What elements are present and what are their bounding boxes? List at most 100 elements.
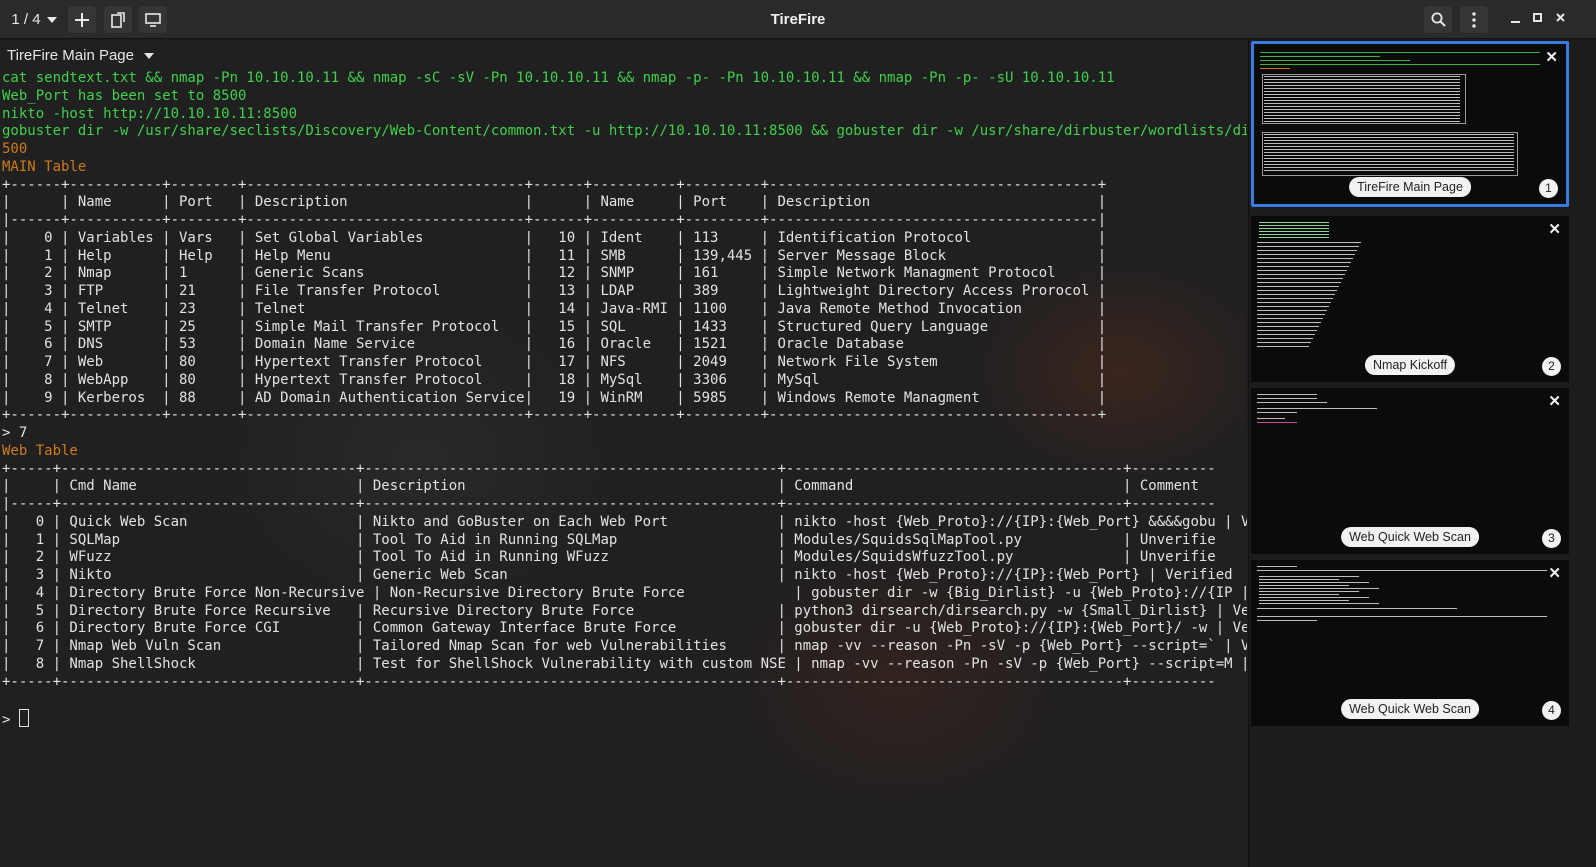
thumbnail-text-line [1257,246,1359,247]
terminal-line: 500 [2,141,28,157]
thumbnail-text-line [1257,262,1351,263]
window-title: TireFire [770,11,826,28]
terminal-line: | 1 | SQLMap | Tool To Aid in Running SQ… [2,531,1216,548]
terminal-line: |------+-----------+--------+-----------… [2,212,1107,228]
thumbnail-text-line [1259,585,1349,586]
terminal-cursor [18,709,29,727]
terminal-line: | 7 | Nmap Web Vuln Scan | Tailored Nmap… [2,638,1247,654]
tab-thumbnail[interactable]: ✕ Nmap Kickoff 2 [1251,216,1569,382]
thumbnail-table-box [1262,132,1518,176]
thumbnail-text-line [1259,222,1329,223]
maximize-button[interactable] [1530,12,1544,27]
close-icon[interactable]: ✕ [1548,220,1561,238]
detach-tab-icon [111,11,125,28]
terminal-line: Web Table [2,442,78,459]
terminal-area[interactable]: TireFire Main Page cat sendtext.txt && n… [0,40,1247,867]
tab-counter-button[interactable]: 1 / 4 [6,6,62,33]
thumbnail-text-line [1257,402,1327,403]
thumbnail-text-line [1257,314,1325,315]
tab-thumbnail[interactable]: ✕ Web Quick Web Scan 3 [1251,388,1569,554]
terminal-line: | 2 | WFuzz | Tool To Aid in Running WFu… [2,549,1216,566]
thumbnail-text-line [1259,594,1339,595]
search-button[interactable] [1424,6,1452,33]
thumbnail-text-line [1257,282,1341,283]
chevron-down-icon [46,16,57,23]
thumbnail-text-line [1257,270,1347,271]
terminal-line: | 9 | Kerberos | 88 | AD Domain Authenti… [2,389,1107,406]
thumbnail-preview [1255,220,1545,347]
thumbnail-text-line [1257,294,1335,295]
thumbnail-text-line [1257,266,1349,267]
thumbnail-label: TireFire Main Page [1349,177,1471,197]
thumbnail-text-line [1259,600,1349,601]
thumbnail-text-line [1257,302,1331,303]
thumbnail-text-line [1257,342,1311,343]
thumbnail-text-line [1257,334,1315,335]
close-icon[interactable]: ✕ [1548,564,1561,582]
thumbnail-text-line [1257,570,1547,571]
tab-overview-sidebar: ✕ TireFire Main Page 1 ✕ Nmap Kickoff 2 … [1248,40,1596,867]
terminal-line: > [2,709,1247,728]
tab-overview-icon [145,12,161,27]
kebab-menu-icon [1472,11,1476,28]
terminal-line: | 1 | Help | Help | Help Menu | 11 | SMB… [2,247,1107,264]
thumbnail-text-line [1259,582,1369,583]
terminal-line: +-----+---------------------------------… [2,460,1216,477]
terminal-line: +-----+---------------------------------… [2,673,1216,690]
terminal-line: | 5 | SMTP | 25 | Simple Mail Transfer P… [2,318,1107,335]
close-icon[interactable]: ✕ [1548,392,1561,410]
close-icon[interactable]: ✕ [1545,48,1558,66]
tab-counter-label: 1 / 4 [11,11,41,28]
thumbnail-table-box [1262,74,1466,124]
thumbnail-text-line [1260,60,1410,61]
thumbnail-text-line [1259,603,1379,604]
terminal-line: | 8 | Nmap ShellShock | Test for ShellSh… [2,655,1247,672]
thumbnail-text-line [1257,242,1361,243]
detach-tab-button[interactable] [104,6,132,33]
thumbnail-text-line [1257,254,1355,255]
minimize-button[interactable] [1508,12,1522,27]
thumbnail-text-line [1259,579,1339,580]
terminal-line: | 3 | Nikto | Generic Web Scan | nikto -… [2,567,1242,583]
thumbnail-number: 3 [1542,529,1561,548]
terminal-output[interactable]: cat sendtext.txt && nmap -Pn 10.10.10.11… [2,70,1247,728]
thumbnail-text-line [1260,64,1540,65]
thumbnail-text-line [1260,52,1540,53]
thumbnail-text-line [1260,68,1290,69]
terminal-line: | | Name | Port | Description | | Name |… [2,194,1107,211]
thumbnail-text-line [1259,588,1379,589]
terminal-line: +------+-----------+--------+-----------… [2,407,1107,424]
thumbnail-text-line [1259,225,1329,226]
thumbnail-text-line [1257,338,1313,339]
new-tab-button[interactable] [68,6,96,33]
thumbnail-text-line [1257,330,1317,331]
thumbnail-label: Web Quick Web Scan [1341,699,1479,719]
tab-overview-button[interactable] [139,6,167,33]
thumbnail-preview [1258,48,1542,176]
terminal-line: | 5 | Directory Brute Force Recursive | … [2,602,1247,619]
thumbnail-text-line [1257,620,1317,621]
terminal-line: | | Cmd Name | Description | Command | C… [2,478,1216,495]
tab-thumbnail[interactable]: ✕ TireFire Main Page 1 [1251,41,1569,207]
menu-button[interactable] [1460,6,1488,33]
thumbnail-text-line [1257,398,1317,399]
thumbnail-text-line [1259,228,1329,229]
thumbnail-text-line [1257,290,1337,291]
thumbnail-text-line [1260,56,1380,57]
thumbnail-text-line [1259,234,1329,235]
thumbnail-text-line [1257,422,1297,423]
thumbnail-text-line [1257,258,1353,259]
thumbnail-label: Web Quick Web Scan [1341,527,1479,547]
chevron-down-icon [144,52,154,59]
thumbnail-text-line [1257,306,1329,307]
minimize-icon [1510,21,1520,23]
terminal-line: gobuster dir -w /usr/share/seclists/Disc… [2,123,1247,140]
tab-thumbnail[interactable]: ✕ Web Quick Web Scan 4 [1251,560,1569,726]
terminal-line: |-----+---------------------------------… [2,496,1216,512]
terminal-line: | 0 | Quick Web Scan | Nikto and GoBuste… [2,513,1247,530]
thumbnail-text-line [1259,231,1329,232]
thumbnail-text-line [1257,346,1309,347]
tab-title-dropdown[interactable]: TireFire Main Page [7,47,154,64]
thumbnail-text-line [1257,326,1319,327]
close-window-button[interactable] [1553,12,1567,27]
